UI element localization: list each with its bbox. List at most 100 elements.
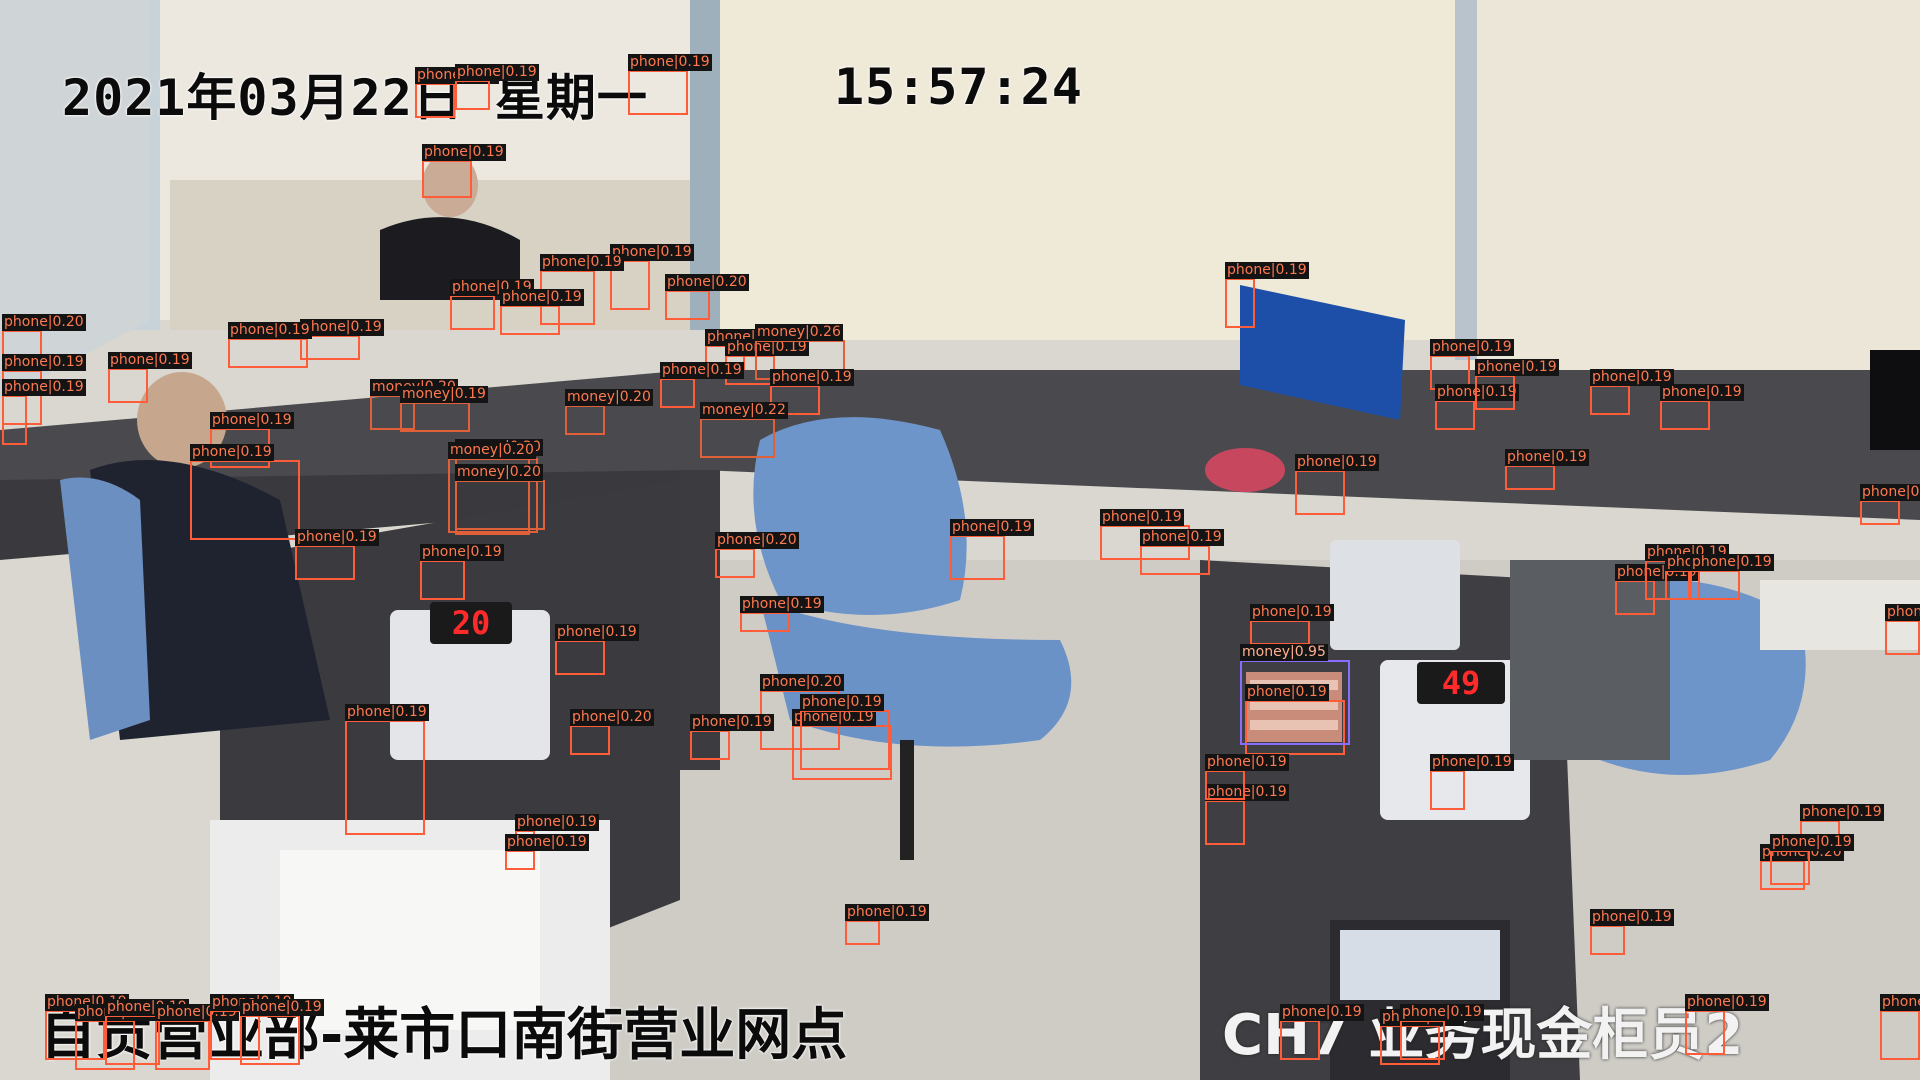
detection-label: money|0.26 (755, 324, 843, 341)
phone-detection-box: phone|0.20 (715, 532, 799, 578)
detection-label: phone|0.19 (1225, 262, 1309, 279)
detection-label: phone|0.19 (500, 289, 584, 306)
phone-detection-box: phone|0.19 (555, 624, 639, 675)
detection-label: money|0.22 (700, 402, 788, 419)
detection-label: phone|0.20 (665, 274, 749, 291)
detection-label: phone|0.19 (1590, 909, 1674, 926)
phone-detection-box: phone|0.19 (1770, 834, 1854, 885)
phone-detection-box: phone|0.19 (1205, 784, 1289, 845)
osd-date: 2021年03月22日 星期一 (62, 69, 648, 127)
counter-display-left: 20 (430, 602, 512, 644)
detection-label: phone|0.19 (1140, 529, 1224, 546)
phone-detection-box: phone|0.19 (1685, 994, 1769, 1055)
phone-detection-box: phone|0.19 (740, 596, 824, 632)
detection-label: phone|0.19 (628, 54, 712, 71)
detection-label: money|0.20 (455, 464, 543, 481)
detection-label: phone|0.19 (1800, 804, 1884, 821)
phone-detection-box: phone|0.19 (800, 694, 890, 770)
phone-detection-box: phone|0.19 (1590, 909, 1674, 955)
phone-detection-box: phone|0.19 (455, 64, 539, 110)
phone-detection-box: phone|0.19 (1225, 262, 1309, 328)
detection-label: phone|0.19 (505, 834, 589, 851)
phone-detection-box: phone|0.19 (500, 289, 584, 335)
phone-detection-box: phone|0.19 (1205, 754, 1289, 800)
detection-label: phone|0.19 (1280, 1004, 1364, 1021)
money-detection-box: money|0.19 (400, 386, 488, 432)
phone-detection-box: phone|0.19 (845, 904, 929, 945)
detection-label: money|0.95 (1240, 644, 1328, 661)
phone-detection-box: phone|0.19 (2, 379, 86, 445)
phone-detection-box: phone|0.19 (295, 529, 379, 580)
phone-detection-box: phone|0.19 (1250, 604, 1334, 645)
detection-label: phone|0.19 (1295, 454, 1379, 471)
camera-frame: 20 49 2021年03月22日 星期一 15:57:24 自贡营业部-莱市口… (0, 0, 1920, 1080)
detection-label: phone|0.19 (1860, 484, 1920, 501)
detection-label: phone|0.19 (800, 694, 884, 711)
phone-detection-box: phone|0.19 (1400, 1004, 1484, 1060)
phone-detection-box: phone|0.19 (1280, 1004, 1364, 1060)
phone-detection-box: phone|0.19 (240, 999, 324, 1065)
detection-label: phone|0.19 (1590, 369, 1674, 386)
detection-label: phone|0.19 (345, 704, 429, 721)
phone-detection-box: phone|0.19 (1430, 754, 1514, 810)
osd-time: 15:57:24 (834, 58, 1083, 116)
detection-label: phone|0.19 (555, 624, 639, 641)
phone-detection-box: phone|0.19 (1880, 994, 1920, 1060)
phone-detection-box: phone|0.19 (1140, 529, 1224, 575)
detection-label: phone|0.19 (420, 544, 504, 561)
detection-label: phone|0.19 (300, 319, 384, 336)
detection-label: phone|0.19 (690, 714, 774, 731)
phone-detection-box: phone|0.19 (690, 714, 774, 760)
detection-label: phone|0.19 (1430, 339, 1514, 356)
phone-detection-box: phone|0.19 (1505, 449, 1589, 490)
phone-detection-box: phone|0.19 (950, 519, 1034, 580)
phone-detection-box: phone|0.19 (1475, 359, 1559, 410)
detection-label: money|0.19 (400, 386, 488, 403)
detection-label: phone|0.19 (455, 64, 539, 81)
detection-label: phone|0.19 (1685, 994, 1769, 1011)
phone-detection-box: phone|0.19 (660, 362, 744, 408)
phone-detection-box: phone|0.20 (665, 274, 749, 320)
detection-label: phone|0.20 (570, 709, 654, 726)
detection-label: phone|0.19 (240, 999, 324, 1016)
phone-detection-box: phone|0.19 (155, 1004, 239, 1070)
counter-display-right: 49 (1417, 662, 1505, 704)
money-detection-box: money|0.20 (455, 464, 545, 530)
detection-label: phone|0.19 (422, 144, 506, 161)
detection-label: phone|0.19 (1690, 554, 1774, 571)
window-blind-right (1470, 0, 1920, 400)
detection-label: phone|0.19 (1400, 1004, 1484, 1021)
detection-label: phone|0.20 (715, 532, 799, 549)
phone-detection-box: phone|0.19 (420, 544, 504, 600)
phone-detection-box: phone|0.19 (1435, 384, 1519, 430)
detection-label: phone|0.19 (228, 322, 312, 339)
detection-label: phone|0.20 (760, 674, 844, 691)
detection-label: phone|0.19 (1250, 604, 1334, 621)
detection-label: phone|0.19 (2, 354, 86, 371)
phone-detection-box: phone|0.19 (628, 54, 712, 115)
phone-detection-box: phone|0.19 (345, 704, 429, 835)
detection-label: phone|0.19 (1505, 449, 1589, 466)
detection-label: phone|0.19 (740, 596, 824, 613)
phone-detection-box: phone|0.19 (105, 999, 189, 1065)
detection-label: money|0.20 (448, 442, 536, 459)
phone-detection-box: phone|0.19 (228, 322, 312, 368)
phone-detection-box: phone|0.19 (415, 67, 499, 118)
detection-label: phone|0.19 (1100, 509, 1184, 526)
window-blind-left (720, 0, 1470, 340)
money-detection-box: money|0.22 (700, 402, 788, 458)
money-detection-box: money|0.20 (565, 389, 653, 435)
phone-detection-box: phone|0.19 (450, 279, 534, 330)
phone-detection-box: phone|0.20 (570, 709, 654, 755)
detection-label: phone|0.19 (1660, 384, 1744, 401)
phone-detection-box: phone|0.19 (1590, 369, 1674, 415)
cash-machine-back (1330, 540, 1460, 650)
detection-label: phone|0.19 (210, 412, 294, 429)
detection-label: phone|0.19 (1885, 604, 1920, 621)
detection-label: phone|0.19 (108, 352, 192, 369)
phone-detection-box: phone|0.19 (1885, 604, 1920, 655)
phone-detection-box: phone|0.19 (422, 144, 506, 198)
detection-label: phone|0.19 (2, 379, 86, 396)
detection-label: phone|0.19 (295, 529, 379, 546)
detection-label: phone|0.19 (1475, 359, 1559, 376)
